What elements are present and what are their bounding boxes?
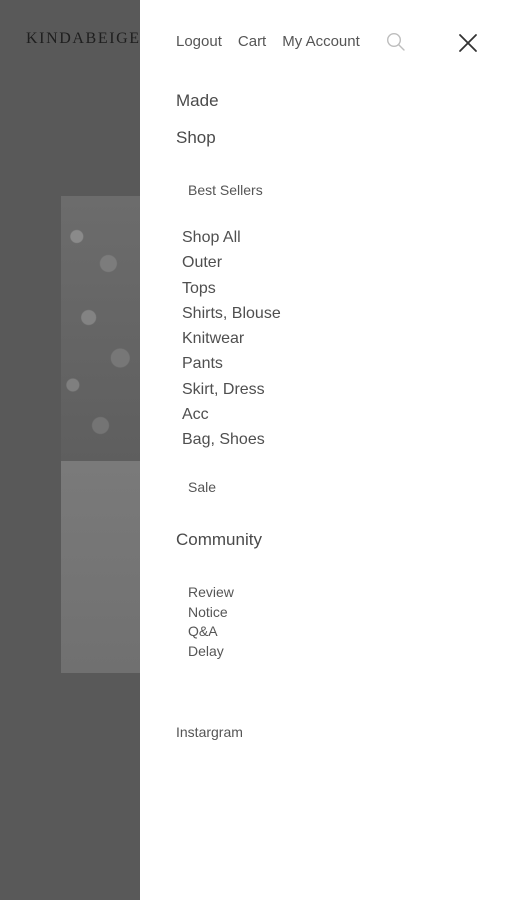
- shop-item-acc[interactable]: Acc: [182, 404, 281, 429]
- instagram-link[interactable]: Instargram: [176, 724, 243, 740]
- shop-item-skirt-dress[interactable]: Skirt, Dress: [182, 379, 281, 404]
- community-item-qna[interactable]: Q&A: [188, 623, 234, 643]
- community-list: Review Notice Q&A Delay: [188, 584, 234, 663]
- logout-link[interactable]: Logout: [176, 33, 222, 50]
- community-item-notice[interactable]: Notice: [188, 604, 234, 624]
- shop-item-shop-all[interactable]: Shop All: [182, 227, 281, 252]
- cart-link[interactable]: Cart: [238, 33, 266, 50]
- shop-item-tops[interactable]: Tops: [182, 278, 281, 303]
- photo-road: [61, 461, 140, 673]
- shop-item-knitwear[interactable]: Knitwear: [182, 328, 281, 353]
- shop-item-bag-shoes[interactable]: Bag, Shoes: [182, 429, 281, 454]
- menu-shop[interactable]: Shop: [176, 128, 216, 148]
- photo-trees: [61, 196, 140, 466]
- menu-made[interactable]: Made: [176, 91, 219, 111]
- shop-item-pants[interactable]: Pants: [182, 353, 281, 378]
- menu-sale[interactable]: Sale: [188, 479, 216, 495]
- community-item-delay[interactable]: Delay: [188, 643, 234, 663]
- shop-item-shirts-blouse[interactable]: Shirts, Blouse: [182, 303, 281, 328]
- menu-community[interactable]: Community: [176, 530, 262, 550]
- side-drawer: Logout Cart My Account Made Shop Best Se…: [140, 0, 507, 900]
- shop-category-list: Shop All Outer Tops Shirts, Blouse Knitw…: [182, 227, 281, 455]
- menu-best-sellers[interactable]: Best Sellers: [188, 182, 263, 198]
- close-icon[interactable]: [457, 32, 479, 54]
- search-icon[interactable]: [386, 32, 406, 52]
- shop-item-outer[interactable]: Outer: [182, 252, 281, 277]
- top-nav: Logout Cart My Account: [176, 33, 360, 50]
- community-item-review[interactable]: Review: [188, 584, 234, 604]
- my-account-link[interactable]: My Account: [282, 33, 360, 50]
- brand-logo[interactable]: KINDABEIGE: [26, 30, 141, 48]
- hero-photo: [61, 196, 140, 673]
